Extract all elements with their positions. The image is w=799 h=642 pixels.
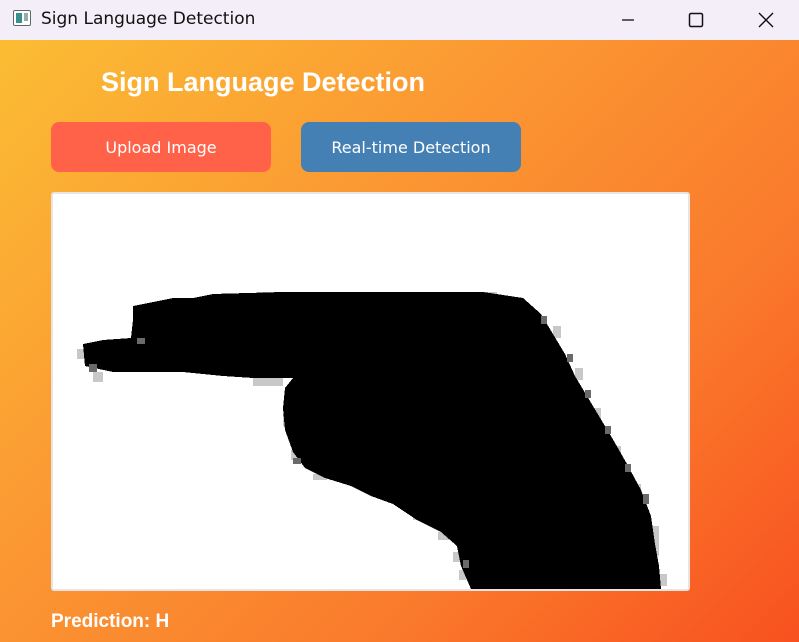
minimize-icon (622, 19, 634, 21)
image-display (51, 192, 690, 591)
window-title: Sign Language Detection (41, 9, 256, 29)
realtime-detection-button[interactable]: Real-time Detection (301, 122, 521, 172)
prediction-label: Prediction: H (51, 611, 170, 632)
hand-sign-image (77, 292, 667, 589)
minimize-button[interactable] (605, 0, 651, 40)
maximize-button[interactable] (673, 0, 719, 40)
maximize-icon (688, 12, 704, 28)
page-title: Sign Language Detection (101, 67, 426, 97)
close-icon (758, 12, 774, 28)
close-button[interactable] (743, 0, 789, 40)
app-icon (13, 10, 31, 26)
title-bar: Sign Language Detection (0, 0, 799, 40)
upload-image-button[interactable]: Upload Image (51, 122, 271, 172)
main-panel: Sign Language Detection Upload Image Rea… (0, 40, 799, 642)
